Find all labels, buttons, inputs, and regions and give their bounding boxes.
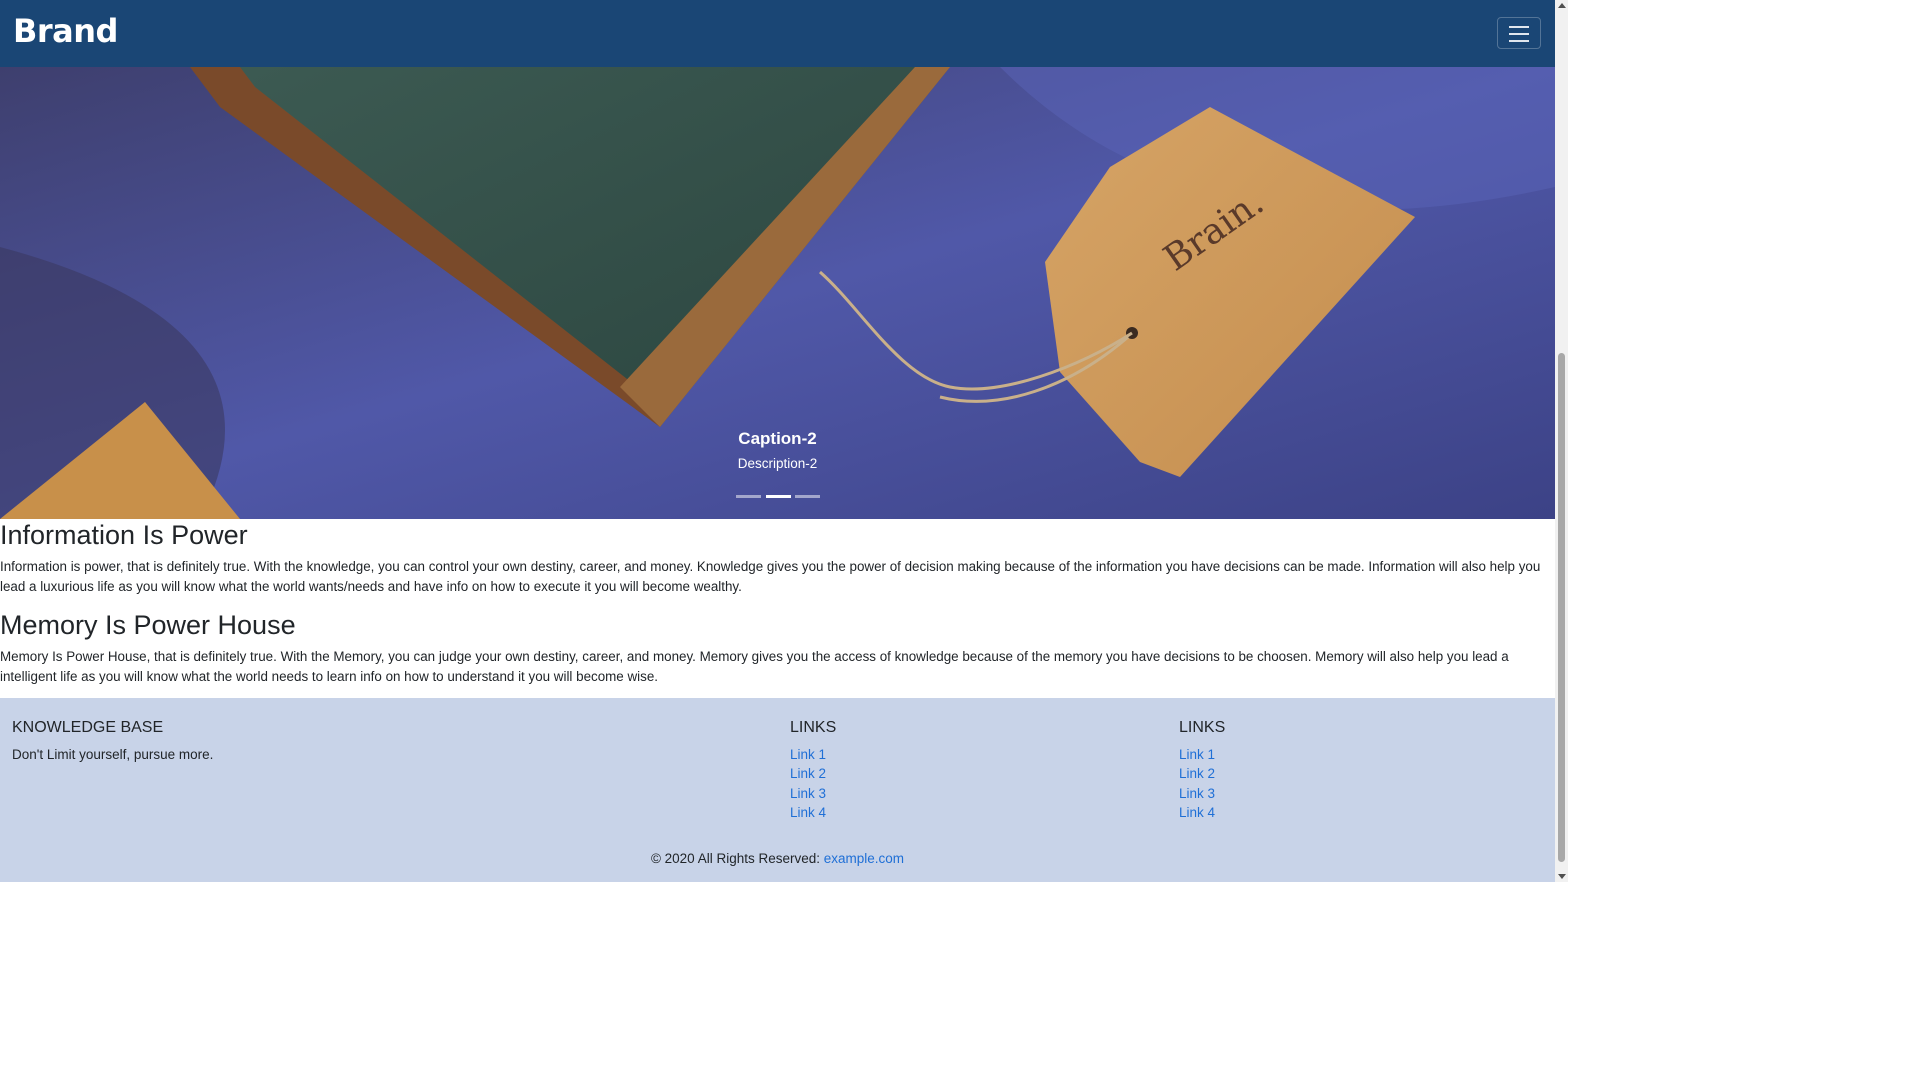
hamburger-icon-line: [1509, 40, 1529, 42]
footer-link-2[interactable]: Link 2: [1179, 766, 1215, 781]
footer-link-1[interactable]: Link 1: [1179, 747, 1215, 762]
copyright: © 2020 All Rights Reserved: example.com: [0, 851, 1555, 866]
hamburger-icon: [1509, 26, 1529, 28]
footer-links-title: LINKS: [1179, 719, 1226, 736]
footer-link-3[interactable]: Link 3: [1179, 786, 1215, 801]
footer-about-title: KNOWLEDGE BASE: [12, 719, 164, 736]
carousel-caption-description: Description-2: [737, 456, 818, 471]
navbar: Brand: [0, 0, 1555, 67]
footer-link-4[interactable]: Link 4: [1179, 805, 1215, 820]
hero-carousel[interactable]: Brain. Caption-2 Description-2: [0, 67, 1555, 519]
footer-link-4[interactable]: Link 4: [790, 805, 826, 820]
hamburger-icon-line: [1509, 33, 1529, 35]
footer-link-1[interactable]: Link 1: [790, 747, 826, 762]
carousel-indicator-2[interactable]: [766, 495, 791, 498]
copyright-link[interactable]: example.com: [824, 851, 904, 866]
vertical-scrollbar[interactable]: [1555, 0, 1568, 882]
page: Brand Brain. Caption-2 Description-2 Inf…: [0, 0, 1555, 882]
carousel-indicator-3[interactable]: [795, 495, 820, 498]
scroll-up-arrow-icon[interactable]: [1558, 3, 1566, 8]
footer-link-2[interactable]: Link 2: [790, 766, 826, 781]
footer-link-3[interactable]: Link 3: [790, 786, 826, 801]
section-heading: Memory Is Power House: [0, 610, 296, 640]
section-text: Information is power, that is definitely…: [0, 559, 1541, 594]
scroll-down-arrow-icon[interactable]: [1558, 874, 1566, 879]
footer-about-text: Don't Limit yourself, pursue more.: [12, 747, 214, 762]
navbar-toggler-button[interactable]: [1497, 17, 1541, 49]
brand-logo[interactable]: Brand: [13, 12, 118, 50]
section-heading: Information Is Power: [0, 520, 248, 550]
carousel-image: Brain.: [0, 67, 1555, 519]
scrollbar-thumb[interactable]: [1558, 353, 1565, 862]
carousel-indicator-1[interactable]: [736, 495, 761, 498]
copyright-text: © 2020 All Rights Reserved:: [650, 851, 824, 866]
footer-links-title: LINKS: [790, 719, 837, 736]
carousel-caption-title: Caption-2: [738, 429, 817, 448]
footer: KNOWLEDGE BASE Don't Limit yourself, pur…: [0, 698, 1555, 882]
section-text: Memory Is Power House, that is definitel…: [0, 649, 1509, 684]
